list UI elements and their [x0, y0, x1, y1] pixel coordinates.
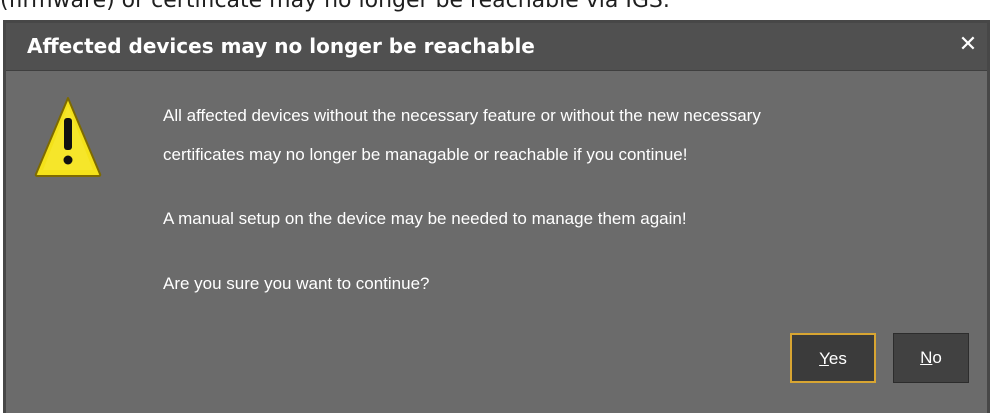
dialog-titlebar[interactable]: Affected devices may no longer be reacha…	[6, 23, 987, 71]
no-label: o	[932, 348, 942, 367]
message-line-2: certificates may no longer be managable …	[163, 145, 688, 164]
warning-triangle-icon	[34, 97, 102, 177]
confirmation-dialog: Affected devices may no longer be reacha…	[3, 20, 990, 413]
message-line-1: All affected devices without the necessa…	[163, 106, 761, 125]
close-icon[interactable]: ✕	[957, 33, 979, 57]
message-line-4: Are you sure you want to continue?	[163, 274, 430, 293]
yes-label: es	[828, 349, 847, 368]
background-document-text: (firmware) or certificate may no longer …	[0, 0, 670, 13]
no-button[interactable]: No	[893, 333, 969, 383]
yes-mnemonic: Y	[819, 349, 829, 368]
message-line-3: A manual setup on the device may be need…	[163, 209, 687, 228]
no-mnemonic: N	[920, 348, 933, 367]
dialog-title: Affected devices may no longer be reacha…	[27, 34, 535, 58]
yes-button[interactable]: Yes	[790, 333, 876, 383]
